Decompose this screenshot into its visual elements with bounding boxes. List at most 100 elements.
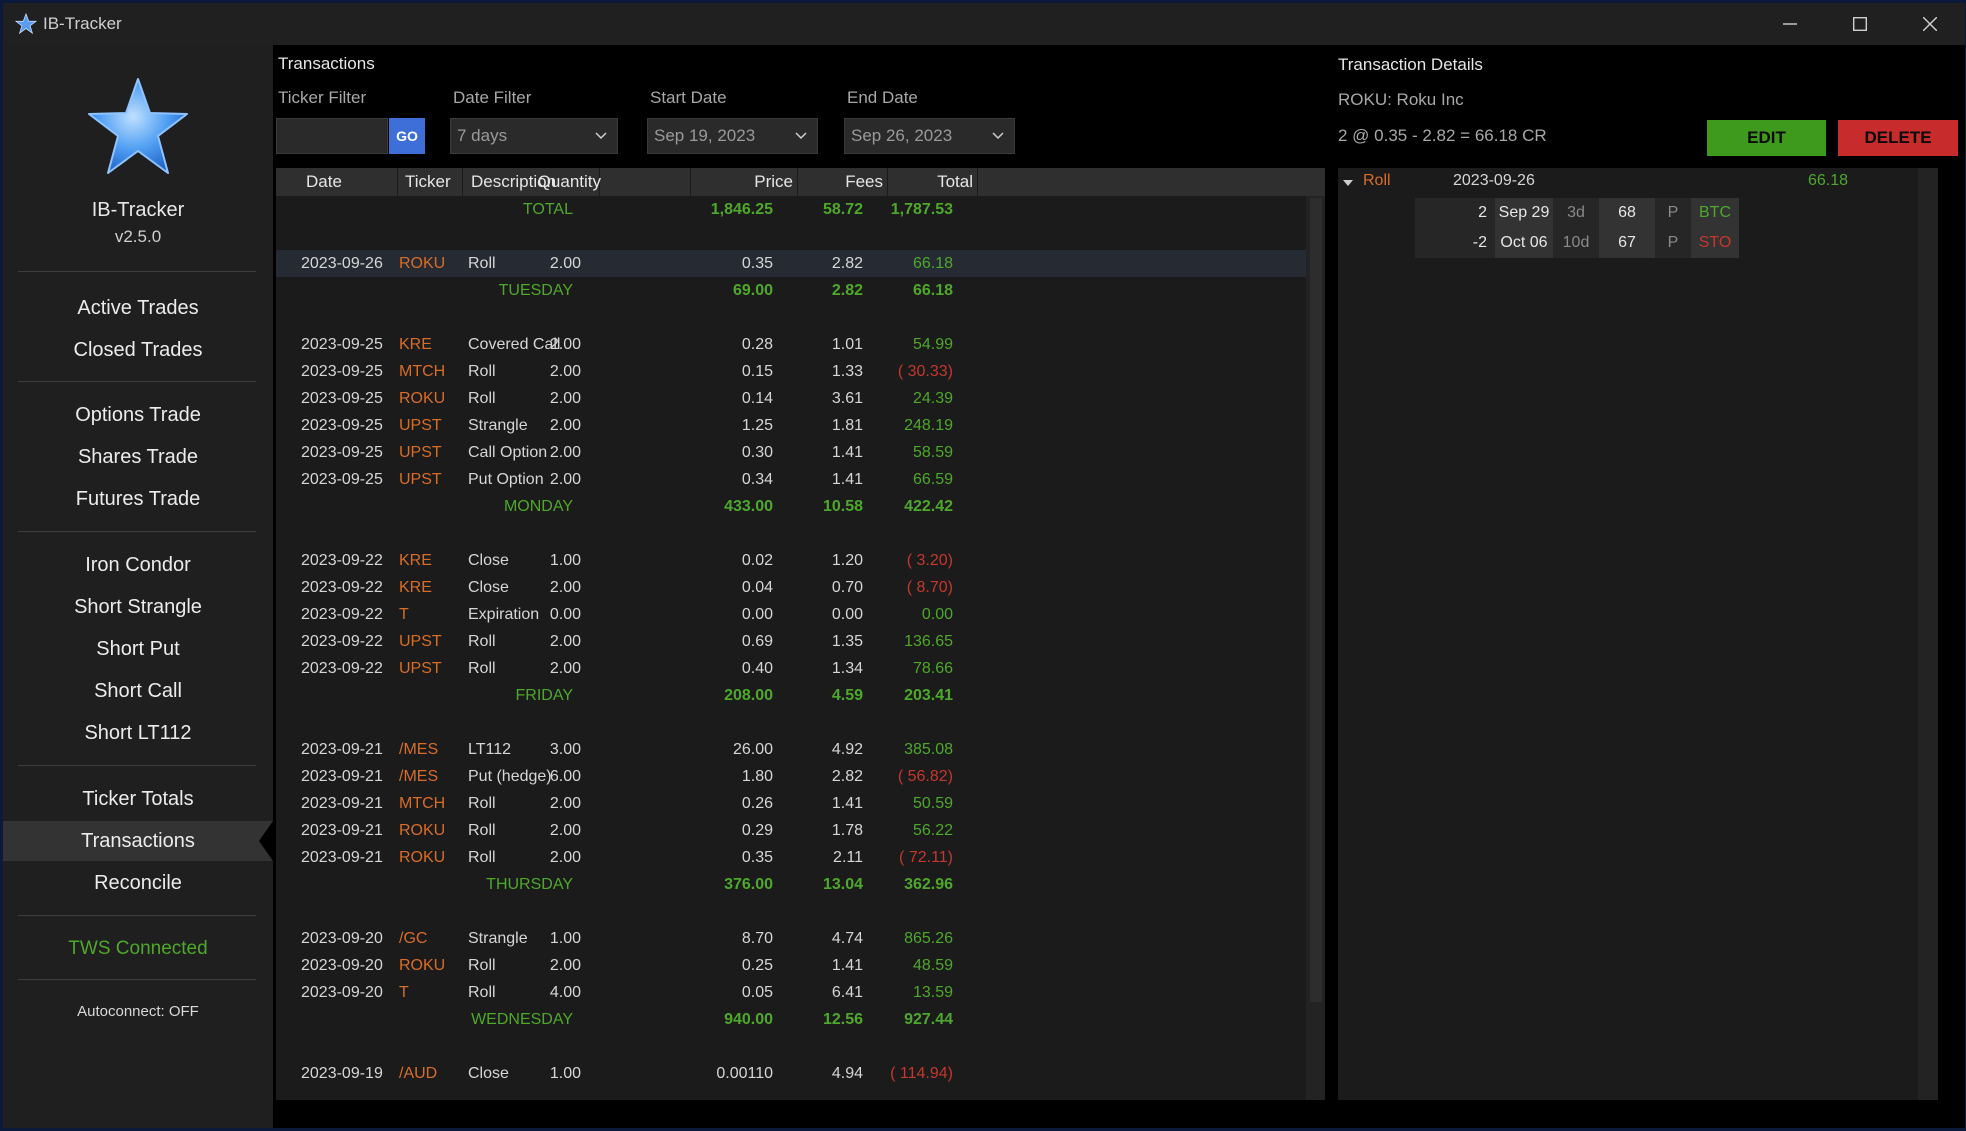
subtotal-total: 362.96 xyxy=(904,876,953,893)
spacer-row xyxy=(276,223,1306,250)
cell-ticker: UPST xyxy=(399,444,442,461)
table-row[interactable]: 2023-09-22 T Expiration 0.00 0.00 0.00 0.00 xyxy=(276,601,1306,628)
nav-iron-condor[interactable]: Iron Condor xyxy=(3,545,273,585)
end-date-picker[interactable]: Sep 26, 2023 xyxy=(844,118,1015,154)
cell-price: 0.04 xyxy=(741,579,773,596)
cell-fees: 3.61 xyxy=(831,390,863,407)
edit-button[interactable]: EDIT xyxy=(1707,120,1826,156)
table-row[interactable]: 2023-09-25 UPST Call Option 2.00 0.30 1.41 58.… xyxy=(276,439,1306,466)
table-row[interactable]: 2023-09-22 KRE Close 2.00 0.04 0.70 ( 8.70) xyxy=(276,574,1306,601)
column-header-price[interactable]: Price xyxy=(754,168,793,196)
transactions-grid[interactable]: Date Ticker Description Quantity Price F… xyxy=(276,168,1326,1100)
leg-action: BTC xyxy=(1691,198,1739,228)
cell-total: ( 56.82) xyxy=(897,768,953,785)
nav-options-trade[interactable]: Options Trade xyxy=(3,395,273,435)
cell-date: 2023-09-22 xyxy=(301,552,383,569)
nav-futures-trade[interactable]: Futures Trade xyxy=(3,479,273,519)
minimize-button[interactable] xyxy=(1755,3,1825,45)
subtotal-total: 1,787.53 xyxy=(890,201,953,218)
table-row[interactable]: 2023-09-22 KRE Close 1.00 0.02 1.20 ( 3.20) xyxy=(276,547,1306,574)
table-row[interactable]: 2023-09-25 UPST Strangle 2.00 1.25 1.81 248.19 xyxy=(276,412,1306,439)
cell-quantity: 2.00 xyxy=(549,390,581,407)
table-row[interactable]: 2023-09-22 UPST Roll 2.00 0.69 1.35 136.65 xyxy=(276,628,1306,655)
cell-total: 24.39 xyxy=(912,390,953,407)
vertical-scrollbar[interactable] xyxy=(1306,196,1326,1100)
nav-short-call[interactable]: Short Call xyxy=(3,671,273,711)
table-row[interactable]: 2023-09-21 MTCH Roll 2.00 0.26 1.41 50.59 xyxy=(276,790,1306,817)
close-button[interactable] xyxy=(1895,3,1965,45)
title-bar[interactable]: IB-Tracker xyxy=(3,3,1965,45)
go-button[interactable]: GO xyxy=(389,118,425,154)
nav-short-strangle[interactable]: Short Strangle xyxy=(3,587,273,627)
table-row[interactable]: 2023-09-26 ROKU Roll 2.00 0.35 2.82 66.18 xyxy=(276,250,1306,277)
date-filter-select[interactable]: 7 days xyxy=(450,118,618,154)
table-row[interactable]: 2023-09-20 T Roll 4.00 0.05 6.41 13.59 xyxy=(276,979,1306,1006)
cell-quantity: 4.00 xyxy=(549,984,581,1001)
spacer-row xyxy=(276,520,1306,547)
cell-fees: 4.94 xyxy=(831,1065,863,1082)
column-header-fees[interactable]: Fees xyxy=(845,168,883,196)
cell-ticker: T xyxy=(399,984,409,1001)
scrollbar-thumb[interactable] xyxy=(1310,198,1322,1002)
cell-quantity: 2.00 xyxy=(549,579,581,596)
cell-price: 0.29 xyxy=(741,822,773,839)
maximize-button[interactable] xyxy=(1825,3,1895,45)
spacer-row xyxy=(276,304,1306,331)
spacer-row xyxy=(276,1033,1306,1060)
cell-price: 8.70 xyxy=(741,930,773,947)
subtotal-fees: 58.72 xyxy=(822,201,863,218)
separator xyxy=(18,765,256,766)
table-row[interactable]: 2023-09-25 ROKU Roll 2.00 0.14 3.61 24.39 xyxy=(276,385,1306,412)
star-icon xyxy=(15,13,37,35)
cell-price: 0.40 xyxy=(741,660,773,677)
day-subtotal-row: MONDAY 433.00 10.58 422.42 xyxy=(276,493,1306,520)
cell-description: Roll xyxy=(468,984,496,1001)
start-date-picker[interactable]: Sep 19, 2023 xyxy=(647,118,818,154)
autoconnect-toggle[interactable]: Autoconnect: OFF xyxy=(3,1003,273,1020)
column-header-quantity[interactable]: Quantity xyxy=(538,168,601,196)
expand-triangle-icon[interactable] xyxy=(1343,180,1353,187)
table-row[interactable]: 2023-09-25 KRE Covered Call 2.00 0.28 1.01 54.… xyxy=(276,331,1306,358)
column-header-date[interactable]: Date xyxy=(306,168,342,196)
table-row[interactable]: 2023-09-25 UPST Put Option 2.00 0.34 1.41 66.5… xyxy=(276,466,1306,493)
column-divider xyxy=(462,168,463,196)
nav-short-put[interactable]: Short Put xyxy=(3,629,273,669)
table-row[interactable]: 2023-09-20 ROKU Roll 2.00 0.25 1.41 48.59 xyxy=(276,952,1306,979)
column-header-ticker[interactable]: Ticker xyxy=(405,168,451,196)
table-row[interactable]: 2023-09-22 UPST Roll 2.00 0.40 1.34 78.66 xyxy=(276,655,1306,682)
cell-fees: 2.11 xyxy=(833,849,863,866)
table-row[interactable]: 2023-09-19/AUD Close 1.00 0.00110 4.94 ( 114.… xyxy=(276,1060,1306,1087)
table-row[interactable]: 2023-09-21/MES Put (hedge) 6.00 1.80 2.82 ( 5… xyxy=(276,763,1306,790)
nav-short-lt112[interactable]: Short LT112 xyxy=(3,713,273,753)
cell-total: 865.26 xyxy=(904,930,953,947)
details-scrollbar[interactable] xyxy=(1918,168,1938,1100)
cell-quantity: 2.00 xyxy=(549,363,581,380)
delete-button[interactable]: DELETE xyxy=(1838,120,1958,156)
grid-header: Date Ticker Description Quantity Price F… xyxy=(276,168,1326,196)
end-date-value: Sep 26, 2023 xyxy=(851,126,953,145)
table-row[interactable]: 2023-09-21/MES LT112 3.00 26.00 4.92 385.08 xyxy=(276,736,1306,763)
subtotal-fees: 13.04 xyxy=(822,876,863,893)
table-row[interactable]: 2023-09-25 MTCH Roll 2.00 0.15 1.33 ( 30.33) xyxy=(276,358,1306,385)
nav-transactions[interactable]: Transactions xyxy=(3,821,273,861)
cell-date: 2023-09-25 xyxy=(301,471,383,488)
close-icon xyxy=(1923,17,1937,31)
cell-date: 2023-09-25 xyxy=(301,336,383,353)
cell-total: 78.66 xyxy=(912,660,953,677)
nav-ticker-totals[interactable]: Ticker Totals xyxy=(3,779,273,819)
ticker-filter-input[interactable] xyxy=(276,118,388,154)
nav-reconcile[interactable]: Reconcile xyxy=(3,863,273,903)
cell-total: 0.00 xyxy=(921,606,953,623)
cell-description: Call Option xyxy=(468,444,548,461)
cell-price: 26.00 xyxy=(732,741,773,758)
nav-active-trades[interactable]: Active Trades xyxy=(3,288,273,328)
table-row[interactable]: 2023-09-20/GC Strangle 1.00 8.70 4.74 865.26 xyxy=(276,925,1306,952)
cell-total: ( 8.70) xyxy=(906,579,953,596)
table-row[interactable]: 2023-09-21 ROKU Roll 2.00 0.35 2.11 ( 72.11) xyxy=(276,844,1306,871)
nav-closed-trades[interactable]: Closed Trades xyxy=(3,330,273,370)
table-row[interactable]: 2023-09-21 ROKU Roll 2.00 0.29 1.78 56.22 xyxy=(276,817,1306,844)
nav-shares-trade[interactable]: Shares Trade xyxy=(3,437,273,477)
column-header-total[interactable]: Total xyxy=(937,168,973,196)
cell-total: ( 114.94) xyxy=(890,1065,953,1082)
column-divider xyxy=(797,168,798,196)
